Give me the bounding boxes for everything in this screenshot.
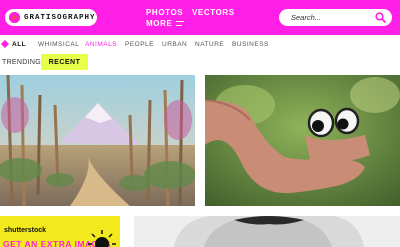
nav-photos-link[interactable]: PHOTOS bbox=[146, 8, 183, 17]
sun-icon bbox=[88, 230, 116, 247]
category-animals[interactable]: ANIMALS bbox=[85, 41, 117, 48]
nav-vectors-link[interactable]: VECTORS bbox=[192, 8, 235, 17]
photo-tile-forest[interactable] bbox=[0, 75, 195, 206]
logo-text: GRATISOGRAPHY bbox=[24, 13, 96, 22]
nav-more-label: MORE bbox=[146, 19, 173, 28]
category-nature[interactable]: NATURE bbox=[195, 41, 224, 48]
category-all[interactable]: ALL bbox=[12, 41, 26, 48]
search-box bbox=[279, 9, 392, 26]
photo-tile-googly-hand[interactable] bbox=[205, 75, 400, 206]
logo-mark-icon bbox=[9, 12, 20, 23]
shutterstock-ad[interactable]: shutterstock GET AN EXTRA IMAGES bbox=[0, 216, 120, 247]
search-input[interactable] bbox=[291, 9, 371, 26]
category-business[interactable]: BUSINESS bbox=[232, 41, 269, 48]
category-whimsical[interactable]: WHIMSICAL bbox=[38, 41, 79, 48]
nav-more-button[interactable]: MORE bbox=[146, 19, 185, 28]
site-logo[interactable]: GRATISOGRAPHY bbox=[5, 9, 97, 26]
forest-painting-image bbox=[0, 75, 195, 206]
header-bar: GRATISOGRAPHY PHOTOS VECTORS MORE bbox=[0, 0, 400, 35]
menu-icon bbox=[176, 20, 185, 27]
sort-tabs: TRENDING RECENT bbox=[0, 54, 90, 70]
tab-recent[interactable]: RECENT bbox=[41, 54, 88, 70]
category-urban[interactable]: URBAN bbox=[162, 41, 187, 48]
photo-tile-portrait[interactable] bbox=[134, 216, 400, 247]
filter-icon[interactable] bbox=[1, 40, 9, 48]
category-people[interactable]: PEOPLE bbox=[125, 41, 154, 48]
tab-trending[interactable]: TRENDING bbox=[0, 54, 41, 70]
search-icon[interactable] bbox=[375, 12, 386, 23]
ad-brand: shutterstock bbox=[4, 227, 47, 234]
googly-eye-hand-image bbox=[205, 75, 400, 206]
portrait-image bbox=[134, 216, 400, 247]
